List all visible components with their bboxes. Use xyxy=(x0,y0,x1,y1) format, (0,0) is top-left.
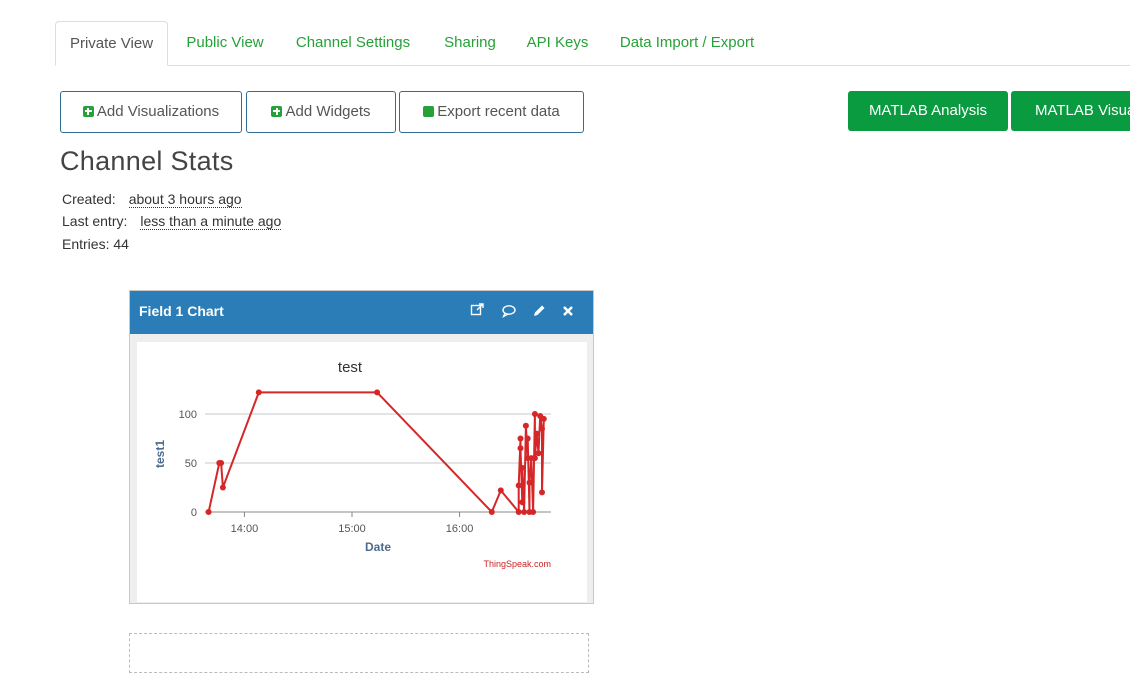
last-entry-stat: Last entry: less than a minute ago xyxy=(62,213,282,230)
data-point xyxy=(519,464,526,471)
x-axis-label: Date xyxy=(365,540,391,554)
tab-public-view[interactable]: Public View xyxy=(175,21,275,65)
series-line xyxy=(207,391,545,515)
export-icon xyxy=(423,105,435,128)
tab-channel-settings[interactable]: Channel Settings xyxy=(287,21,419,65)
created-label: Created: xyxy=(62,191,116,207)
chart-area: test 0 50 100 14:00 15:00 16:00 test1 Date Th… xyxy=(137,342,587,602)
data-point xyxy=(530,509,537,515)
data-point xyxy=(531,455,538,462)
matlab-visualization-button[interactable]: MATLAB Visua xyxy=(1011,91,1130,131)
entries-stat: Entries: 44 xyxy=(62,236,129,252)
tab-data-import-export[interactable]: Data Import / Export xyxy=(612,21,762,65)
y-tick-label: 50 xyxy=(185,458,197,470)
data-point xyxy=(219,484,226,491)
data-point xyxy=(517,435,524,442)
data-point xyxy=(522,422,529,429)
data-point xyxy=(531,411,538,417)
created-stat: Created: about 3 hours ago xyxy=(62,191,242,208)
chart-credit: ThingSpeak.com xyxy=(483,559,551,569)
data-point xyxy=(517,445,524,452)
export-recent-data-label: Export recent data xyxy=(437,103,560,120)
field-1-chart-widget: Field 1 Chart test 0 50 100 14:00 15:00 16:00… xyxy=(129,290,594,604)
y-tick-label: 0 xyxy=(191,507,197,519)
x-tick-label: 15:00 xyxy=(338,523,366,535)
add-widgets-button[interactable]: Add Widgets xyxy=(246,91,396,133)
next-widget-placeholder xyxy=(129,633,589,673)
data-point xyxy=(524,435,531,442)
plus-icon xyxy=(82,105,94,117)
data-point xyxy=(519,499,526,506)
data-point xyxy=(255,389,262,396)
add-widgets-label: Add Widgets xyxy=(285,103,371,120)
data-point xyxy=(535,450,542,457)
tab-sharing[interactable]: Sharing xyxy=(435,21,505,65)
close-icon[interactable] xyxy=(560,303,576,319)
data-point xyxy=(539,425,545,432)
export-recent-data-button[interactable]: Export recent data xyxy=(399,91,584,133)
pencil-icon[interactable] xyxy=(531,303,547,319)
data-point xyxy=(533,430,540,437)
plus-icon xyxy=(271,105,283,117)
data-point xyxy=(515,509,522,515)
data-point xyxy=(488,509,495,515)
x-tick-label: 14:00 xyxy=(231,523,259,535)
data-point xyxy=(526,479,533,486)
page-title: Channel Stats xyxy=(60,146,234,176)
tab-api-keys[interactable]: API Keys xyxy=(520,21,595,65)
add-visualizations-button[interactable]: Add Visualizations xyxy=(60,91,242,133)
matlab-analysis-button[interactable]: MATLAB Analysis xyxy=(848,91,1008,131)
data-point xyxy=(539,489,545,496)
data-point xyxy=(521,509,528,515)
created-value: about 3 hours ago xyxy=(128,191,242,208)
data-point xyxy=(205,509,212,515)
widget-title: Field 1 Chart xyxy=(139,303,224,319)
add-visualizations-label: Add Visualizations xyxy=(96,103,220,120)
widget-header: Field 1 Chart xyxy=(130,291,593,334)
data-point xyxy=(540,415,547,422)
last-entry-value: less than a minute ago xyxy=(140,213,282,230)
y-axis-label: test1 xyxy=(153,440,167,468)
external-link-icon[interactable] xyxy=(470,302,486,318)
last-entry-label: Last entry: xyxy=(62,213,128,229)
tab-bar: Private View Public View Channel Setting… xyxy=(55,21,1130,66)
field-1-line-chart: test 0 50 100 14:00 15:00 16:00 test1 Date Th… xyxy=(153,359,551,569)
data-point xyxy=(218,460,225,466)
chart-title: test xyxy=(338,359,363,376)
data-point xyxy=(374,389,381,396)
y-tick-label: 100 xyxy=(179,409,197,421)
data-point xyxy=(497,487,504,494)
tab-private-view[interactable]: Private View xyxy=(55,21,168,66)
x-tick-label: 16:00 xyxy=(446,523,474,535)
data-point xyxy=(515,482,522,489)
comment-icon[interactable] xyxy=(501,303,517,319)
